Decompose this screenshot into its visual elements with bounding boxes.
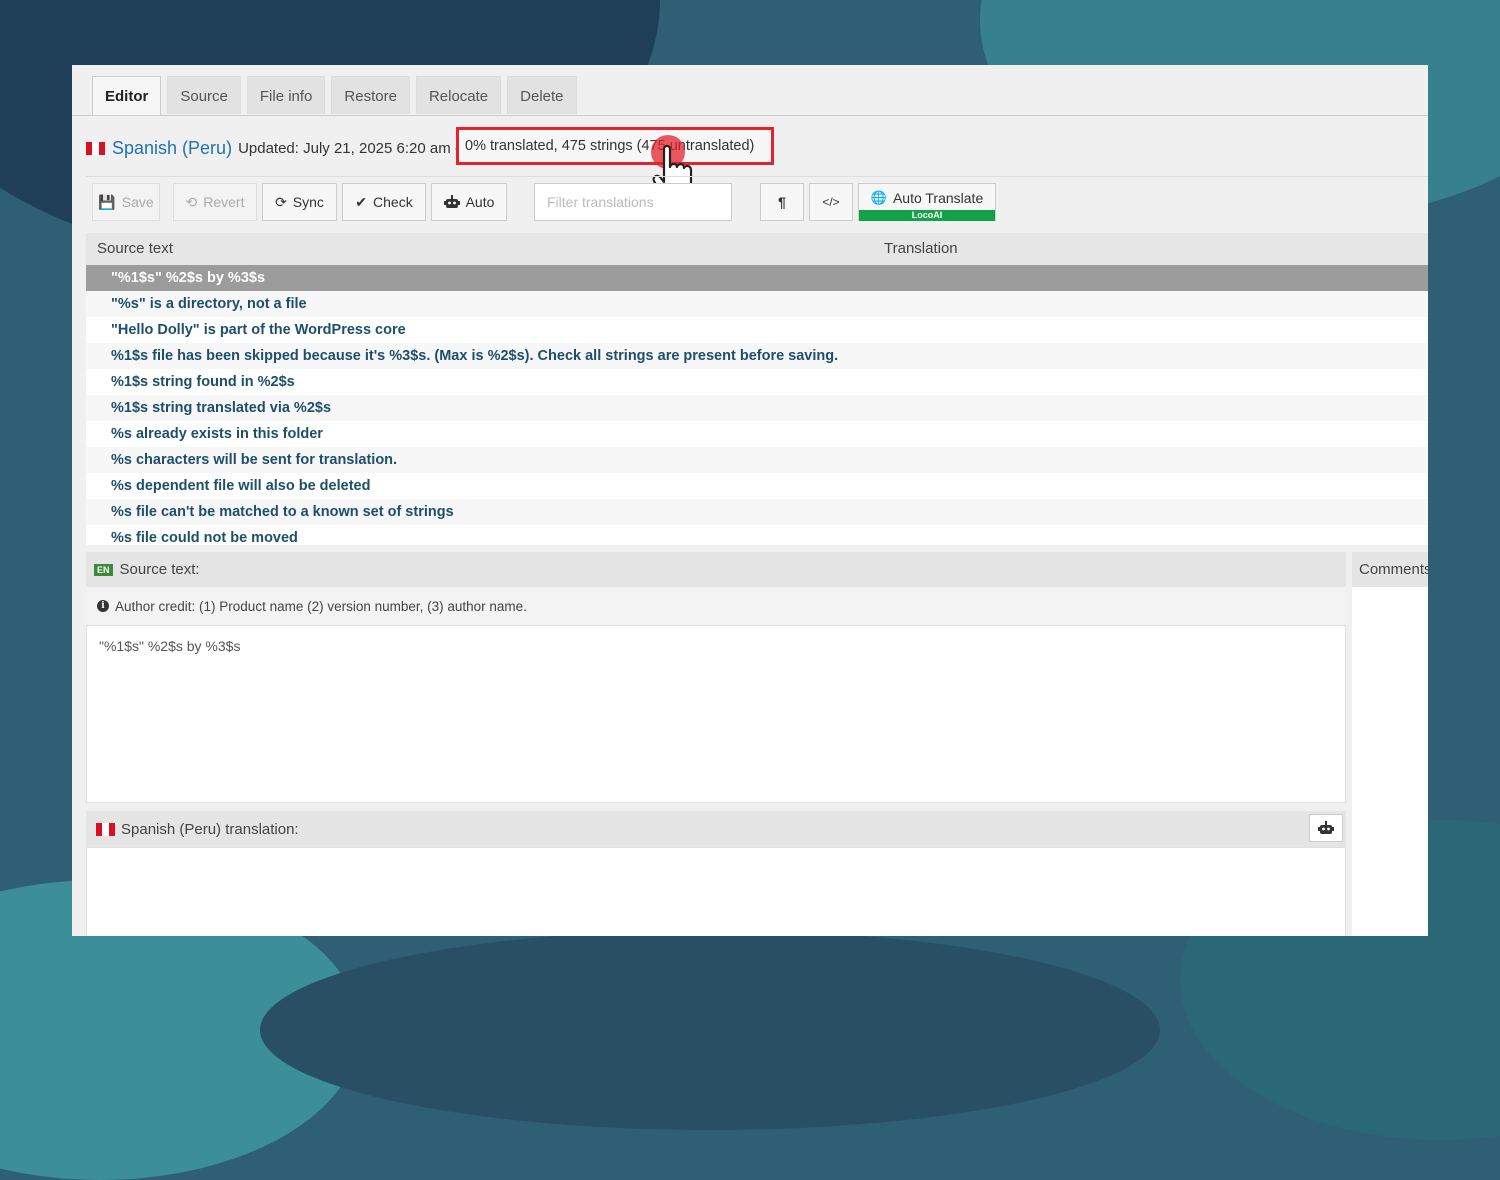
list-item[interactable]: %s file could not be moved [86, 525, 1428, 545]
translation-column-header[interactable]: Translation [884, 233, 958, 265]
tab-divider [72, 115, 1428, 116]
comments-panel-header: Comments [1352, 552, 1428, 587]
tab-bar: Editor Source File info Restore Relocate… [92, 76, 577, 116]
comments-panel [1352, 587, 1428, 936]
list-item[interactable]: "%1$s" %2$s by %3$s [86, 265, 1428, 291]
author-note: i Author credit: (1) Product name (2) ve… [86, 587, 1346, 625]
translation-panel-title: Spanish (Peru) translation: [121, 820, 299, 838]
file-header: Spanish (Peru) Updated: July 21, 2025 6:… [86, 135, 460, 161]
translate-icon: 🌐 [870, 190, 887, 205]
tab-restore[interactable]: Restore [331, 76, 410, 114]
string-list: "%1$s" %2$s by %3$s "%s" is a directory,… [86, 265, 1428, 545]
code-view-button[interactable]: </> [809, 183, 853, 221]
list-item[interactable]: %1$s string found in %2$s [86, 369, 1428, 395]
floppy-disk-icon: 💾 [98, 193, 116, 210]
translation-stats: 0% translated, 475 strings (475 untransl… [456, 127, 774, 165]
tab-delete[interactable]: Delete [507, 76, 577, 114]
source-panel-title: Source text: [119, 561, 200, 578]
tab-source[interactable]: Source [167, 76, 241, 114]
list-item[interactable]: "%s" is a directory, not a file [86, 291, 1428, 317]
filter-input[interactable] [534, 183, 732, 221]
check-button[interactable]: ✔ Check [342, 183, 426, 221]
en-flag-badge: EN [94, 563, 113, 576]
list-item[interactable]: %s characters will be sent for translati… [86, 447, 1428, 473]
peru-flag-icon [86, 141, 105, 155]
auto-button[interactable]: Auto [431, 183, 507, 221]
loco-editor-panel: Editor Source File info Restore Relocate… [72, 65, 1428, 936]
peru-flag-icon [96, 822, 115, 836]
list-item[interactable]: %1$s string translated via %2$s [86, 395, 1428, 421]
undo-icon: ⟲ [185, 193, 198, 210]
auto-translate-button[interactable]: 🌐 Auto Translate LocoAI [858, 183, 996, 221]
translation-textarea[interactable] [86, 847, 1346, 936]
robot-icon [443, 195, 460, 208]
source-column-header[interactable]: Source text [97, 233, 173, 265]
save-button[interactable]: 💾 Save [92, 183, 160, 221]
source-text-box: "%1$s" %2$s by %3$s [86, 625, 1346, 803]
updated-text: Updated: July 21, 2025 6:20 am - [238, 139, 460, 157]
info-icon: i [97, 600, 109, 612]
locoai-badge: LocoAI [859, 210, 995, 221]
auto-translate-row-button[interactable] [1309, 814, 1343, 842]
pilcrow-button[interactable]: ¶ [760, 183, 804, 221]
robot-icon [1318, 821, 1334, 834]
refresh-icon: ⟳ [275, 193, 287, 210]
list-item[interactable]: %s already exists in this folder [86, 421, 1428, 447]
sync-button[interactable]: ⟳ Sync [262, 183, 337, 221]
tab-relocate[interactable]: Relocate [415, 76, 502, 114]
revert-button[interactable]: ⟲ Revert [173, 183, 257, 221]
checkmark-icon: ✔ [355, 193, 368, 210]
list-item[interactable]: %s dependent file will also be deleted [86, 473, 1428, 499]
list-item[interactable]: "Hello Dolly" is part of the WordPress c… [86, 317, 1428, 343]
author-note-text: Author credit: (1) Product name (2) vers… [115, 598, 527, 614]
tab-file-info[interactable]: File info [246, 76, 326, 114]
list-item[interactable]: %s file can't be matched to a known set … [86, 499, 1428, 525]
translation-panel-header: Spanish (Peru) translation: [86, 811, 1346, 847]
source-panel-header: EN Source text: [86, 552, 1346, 587]
tab-editor[interactable]: Editor [92, 76, 162, 116]
list-header: Source text Translation [86, 233, 1428, 265]
list-item[interactable]: %1$s file has been skipped because it's … [86, 343, 1428, 369]
language-link[interactable]: Spanish (Peru) [112, 138, 232, 159]
